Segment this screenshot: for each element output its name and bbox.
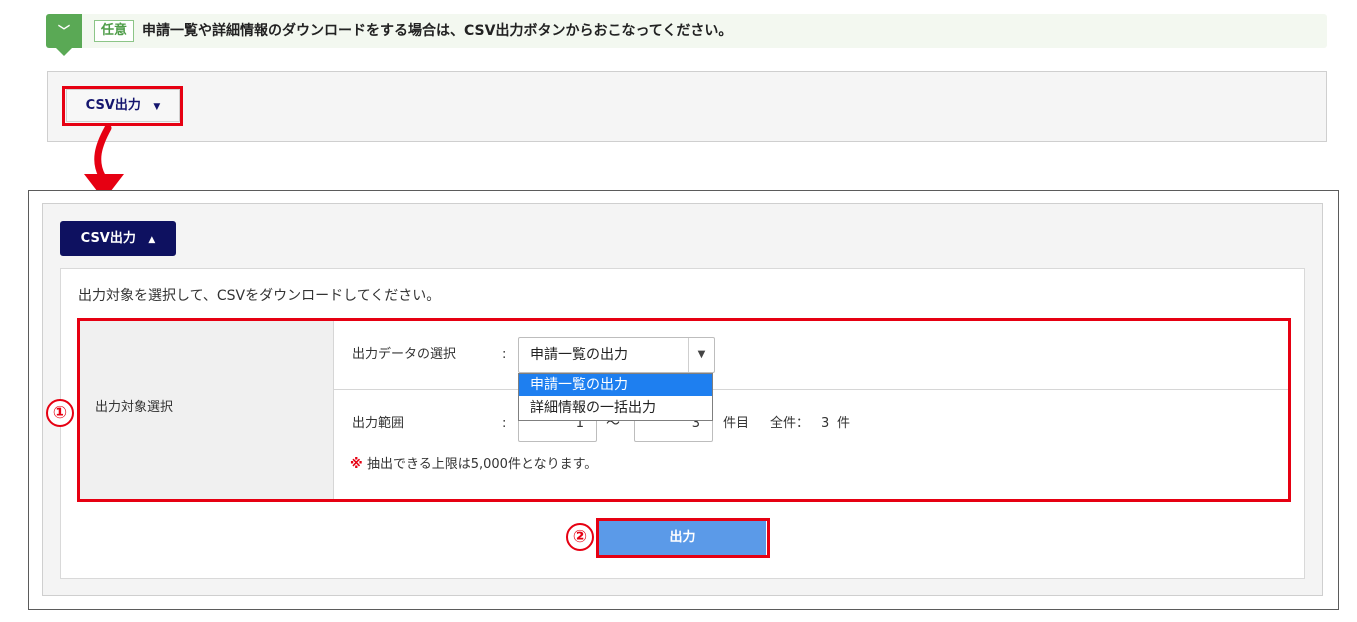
csv-output-label: CSV出力 [80, 231, 136, 246]
caret-up-icon: ▲ [148, 235, 156, 245]
hint-text: 申請一覧や詳細情報のダウンロードをする場合は、CSV出力ボタンからおこなってくだ… [142, 23, 733, 39]
chevron-down-icon: ﹀ [57, 24, 70, 38]
highlight-box-csv-button [62, 86, 183, 126]
csv-output-toggle-button-active[interactable]: CSV出力 ▲ [60, 221, 176, 256]
instruction-text: 出力対象を選択して、CSVをダウンロードしてください。 [78, 288, 441, 304]
csv-panel-collapsed [47, 71, 1327, 142]
highlight-box-submit [596, 518, 770, 558]
optional-badge: 任意 [94, 20, 135, 42]
callout-one: ① [46, 399, 74, 427]
highlight-box-target [77, 318, 1291, 502]
callout-two: ② [566, 523, 594, 551]
